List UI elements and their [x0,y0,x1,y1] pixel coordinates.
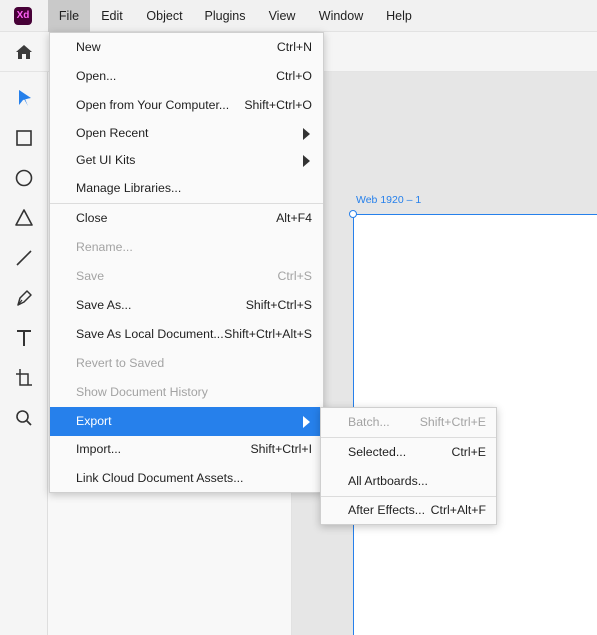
file-menu-save[interactable]: Save Ctrl+S [50,262,323,291]
menu-item-label: Open... [76,69,117,83]
menu-bar: Xd File Edit Object Plugins View Window … [0,0,597,32]
file-menu-link-cloud-assets[interactable]: Link Cloud Document Assets... [50,464,323,493]
zoom-icon[interactable] [12,406,36,430]
artboard-handle[interactable] [349,210,357,218]
menu-item-shortcut: Alt+F4 [276,211,312,225]
file-menu-open-from-computer[interactable]: Open from Your Computer... Shift+Ctrl+O [50,91,323,120]
export-menu-after-effects[interactable]: After Effects... Ctrl+Alt+F [321,496,496,525]
file-menu-manage-libraries[interactable]: Manage Libraries... [50,174,323,203]
menu-help[interactable]: Help [380,0,418,32]
menu-file[interactable]: File [48,0,90,32]
file-menu-open-recent[interactable]: Open Recent [50,119,323,148]
artboard-label[interactable]: Web 1920 – 1 [356,194,421,206]
submenu-arrow-icon [303,128,310,140]
export-submenu: Batch... Shift+Ctrl+E Selected... Ctrl+E… [320,407,497,525]
menu-item-label: Batch... [348,415,390,429]
file-menu-get-ui-kits[interactable]: Get UI Kits [50,146,323,175]
menu-item-shortcut: Shift+Ctrl+S [245,298,312,312]
menu-item-label: Manage Libraries... [76,181,182,195]
export-menu-batch[interactable]: Batch... Shift+Ctrl+E [321,408,496,437]
line-icon[interactable] [12,246,36,270]
rectangle-icon[interactable] [12,126,36,150]
menu-item-shortcut: Ctrl+E [451,445,486,459]
menu-item-label: Close [76,211,108,225]
menu-item-shortcut: Ctrl+Alt+F [430,503,486,517]
menu-item-label: Save As... [76,298,132,312]
home-icon[interactable] [14,42,34,62]
file-menu-rename[interactable]: Rename... [50,233,323,262]
xd-logo-icon: Xd [14,7,32,25]
menu-view[interactable]: View [262,0,302,32]
menu-item-shortcut: Ctrl+S [277,269,312,283]
ellipse-icon[interactable] [12,166,36,190]
menu-plugins[interactable]: Plugins [197,0,253,32]
menu-item-label: Revert to Saved [76,356,165,370]
file-menu-show-history[interactable]: Show Document History [50,378,323,407]
file-menu-open[interactable]: Open... Ctrl+O [50,62,323,91]
text-icon[interactable] [12,326,36,350]
artboard-icon[interactable] [12,366,36,390]
export-menu-selected[interactable]: Selected... Ctrl+E [321,438,496,467]
file-menu-save-as-local[interactable]: Save As Local Document... Shift+Ctrl+Alt… [50,320,323,349]
file-menu-close[interactable]: Close Alt+F4 [50,204,323,233]
submenu-arrow-icon [303,416,310,428]
file-menu-revert-to-saved[interactable]: Revert to Saved [50,349,323,378]
export-menu-all-artboards[interactable]: All Artboards... [321,467,496,496]
menu-item-shortcut: Shift+Ctrl+E [419,415,486,429]
menu-item-label: Show Document History [76,385,208,399]
menu-item-shortcut: Shift+Ctrl+I [250,442,312,456]
menu-edit[interactable]: Edit [92,0,132,32]
file-menu-save-as[interactable]: Save As... Shift+Ctrl+S [50,291,323,320]
menu-item-label: Get UI Kits [76,153,136,167]
menu-item-label: Open from Your Computer... [76,98,230,112]
pen-icon[interactable] [12,286,36,310]
select-arrow-icon[interactable] [12,86,36,110]
menu-item-label: Import... [76,442,122,456]
menu-item-shortcut: Shift+Ctrl+O [244,98,312,112]
menu-window[interactable]: Window [312,0,370,32]
file-menu-export[interactable]: Export [50,407,323,436]
menu-item-label: Link Cloud Document Assets... [76,471,244,485]
triangle-icon[interactable] [12,206,36,230]
menu-item-shortcut: Shift+Ctrl+Alt+S [224,327,312,341]
submenu-arrow-icon [303,155,310,167]
menu-item-label: All Artboards... [348,474,428,488]
tool-rail [0,72,48,635]
menu-item-label: Selected... [348,445,407,459]
menu-item-label: After Effects... [348,503,425,517]
menu-item-label: Rename... [76,240,133,254]
menu-item-label: New [76,40,101,54]
file-menu-import[interactable]: Import... Shift+Ctrl+I [50,435,323,464]
menu-item-shortcut: Ctrl+O [276,69,312,83]
file-menu: New Ctrl+N Open... Ctrl+O Open from Your… [49,32,324,493]
menu-item-label: Save [76,269,105,283]
menu-object[interactable]: Object [138,0,191,32]
menu-item-label: Open Recent [76,126,149,140]
menu-item-label: Save As Local Document... [76,327,224,341]
menu-item-label: Export [76,414,112,428]
file-menu-new[interactable]: New Ctrl+N [50,33,323,62]
menu-item-shortcut: Ctrl+N [276,40,312,54]
